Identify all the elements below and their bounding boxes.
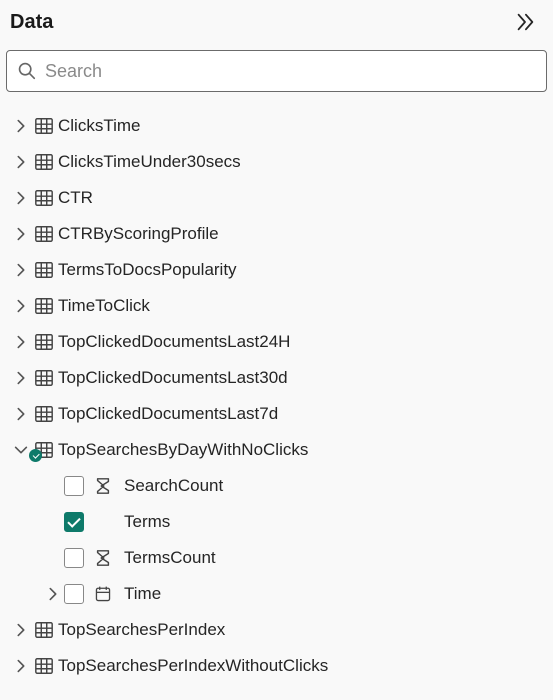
chevron-right-icon[interactable] <box>10 261 32 279</box>
table-label: TopClickedDocumentsLast24H <box>58 332 290 352</box>
table-row[interactable]: TopSearchesByDayWithNoClicks <box>6 432 547 468</box>
field-row[interactable]: Time <box>6 576 547 612</box>
search-box[interactable] <box>6 50 547 92</box>
field-label: SearchCount <box>124 476 223 496</box>
table-icon <box>32 260 56 280</box>
table-icon <box>32 440 56 460</box>
field-checkbox[interactable] <box>64 512 84 532</box>
numeric-field-icon <box>92 476 114 496</box>
chevron-right-icon[interactable] <box>10 621 32 639</box>
chevron-right-icon[interactable] <box>10 657 32 675</box>
field-checkbox[interactable] <box>64 476 84 496</box>
field-label: Time <box>124 584 161 604</box>
table-label: ClicksTime <box>58 116 140 136</box>
table-label: TopSearchesPerIndexWithoutClicks <box>58 656 328 676</box>
table-label: TopSearchesByDayWithNoClicks <box>58 440 308 460</box>
table-icon <box>32 116 56 136</box>
field-label: Terms <box>124 512 170 532</box>
field-row[interactable]: SearchCount <box>6 468 547 504</box>
chevron-right-icon[interactable] <box>10 153 32 171</box>
table-row[interactable]: TopClickedDocumentsLast24H <box>6 324 547 360</box>
field-label: TermsCount <box>124 548 216 568</box>
table-label: ClicksTimeUnder30secs <box>58 152 241 172</box>
search-icon <box>17 61 37 81</box>
panel-header: Data <box>0 0 553 46</box>
table-row[interactable]: CTR <box>6 180 547 216</box>
table-icon <box>32 152 56 172</box>
table-icon <box>32 332 56 352</box>
table-row[interactable]: TopClickedDocumentsLast30d <box>6 360 547 396</box>
selection-badge-icon <box>29 449 42 462</box>
field-checkbox[interactable] <box>64 584 84 604</box>
table-row[interactable]: TopClickedDocumentsLast7d <box>6 396 547 432</box>
table-icon <box>32 656 56 676</box>
table-icon <box>32 368 56 388</box>
chevron-right-icon[interactable] <box>42 585 64 603</box>
chevron-right-icon[interactable] <box>10 405 32 423</box>
table-icon <box>32 620 56 640</box>
date-field-icon <box>92 585 114 603</box>
table-label: CTRByScoringProfile <box>58 224 219 244</box>
panel-title: Data <box>10 11 53 34</box>
field-tree: ClicksTime ClicksTimeUnder30secs CTR CTR… <box>0 102 553 684</box>
table-row[interactable]: TopSearchesPerIndex <box>6 612 547 648</box>
chevron-right-icon[interactable] <box>10 333 32 351</box>
table-label: TermsToDocsPopularity <box>58 260 237 280</box>
search-input[interactable] <box>45 61 536 82</box>
chevron-right-icon[interactable] <box>10 225 32 243</box>
table-icon <box>32 296 56 316</box>
table-row[interactable]: TopSearchesPerIndexWithoutClicks <box>6 648 547 684</box>
field-checkbox[interactable] <box>64 548 84 568</box>
field-row[interactable]: TermsCount <box>6 540 547 576</box>
table-row[interactable]: TermsToDocsPopularity <box>6 252 547 288</box>
double-chevron-right-icon <box>514 11 536 33</box>
field-row[interactable]: Terms <box>6 504 547 540</box>
table-icon <box>32 224 56 244</box>
table-row[interactable]: CTRByScoringProfile <box>6 216 547 252</box>
numeric-field-icon <box>92 548 114 568</box>
table-icon <box>32 188 56 208</box>
table-row[interactable]: TimeToClick <box>6 288 547 324</box>
table-label: CTR <box>58 188 93 208</box>
table-row[interactable]: ClicksTime <box>6 108 547 144</box>
table-label: TopClickedDocumentsLast7d <box>58 404 278 424</box>
table-label: TimeToClick <box>58 296 150 316</box>
chevron-right-icon[interactable] <box>10 189 32 207</box>
chevron-right-icon[interactable] <box>10 297 32 315</box>
table-row[interactable]: ClicksTimeUnder30secs <box>6 144 547 180</box>
table-icon <box>32 404 56 424</box>
collapse-panel-button[interactable] <box>511 8 539 36</box>
table-label: TopSearchesPerIndex <box>58 620 225 640</box>
chevron-right-icon[interactable] <box>10 117 32 135</box>
table-label: TopClickedDocumentsLast30d <box>58 368 288 388</box>
chevron-right-icon[interactable] <box>10 369 32 387</box>
